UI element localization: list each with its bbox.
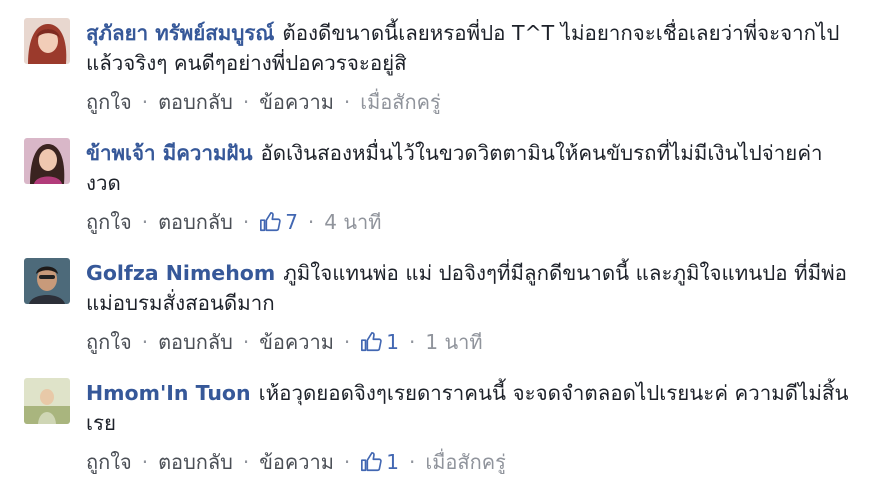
reply-link[interactable]: ตอบกลับ — [158, 208, 233, 236]
like-link[interactable]: ถูกใจ — [86, 448, 132, 476]
comment-text-block: Golfza Nimehom ภูมิใจแทนพ่อ แม่ ปอจิงๆที่… — [86, 258, 856, 318]
timestamp[interactable]: 4 นาที — [324, 208, 381, 236]
timestamp[interactable]: เมื่อสักครู่ — [425, 448, 505, 476]
avatar[interactable] — [24, 138, 70, 184]
comment-author[interactable]: ข้าพเจ้า มีความฝัน — [86, 141, 253, 165]
previous-comment-fragment — [86, 0, 146, 4]
like-count-value: 1 — [386, 330, 399, 354]
comment-actions: ถูกใจ · ตอบกลับ · ข้อความ · 1 · 1 นาที — [86, 328, 856, 356]
thumbs-up-icon — [361, 332, 383, 352]
separator-dot: · — [242, 450, 250, 474]
comment-4: Hmom'In Tuon เห้อวุดยอดจิงๆเรยดาราคนนี้ จ… — [0, 378, 877, 496]
thumbs-up-icon — [361, 452, 383, 472]
comment-actions: ถูกใจ · ตอบกลับ · ข้อความ · 1 · เมื่อสัก… — [86, 448, 856, 476]
avatar[interactable] — [24, 18, 70, 64]
thumbs-up-icon — [260, 212, 281, 232]
message-link[interactable]: ข้อความ — [259, 88, 334, 116]
like-link[interactable]: ถูกใจ — [86, 88, 132, 116]
reply-link[interactable]: ตอบกลับ — [158, 88, 233, 116]
comment-author[interactable]: สุภัลยา ทรัพย์สมบูรณ์ — [86, 21, 274, 45]
comment-actions: ถูกใจ · ตอบกลับ · ข้อความ · เมื่อสักครู่ — [86, 88, 856, 116]
comment-3: Golfza Nimehom ภูมิใจแทนพ่อ แม่ ปอจิงๆที่… — [0, 258, 877, 376]
separator-dot: · — [409, 450, 416, 474]
timestamp[interactable]: เมื่อสักครู่ — [360, 88, 440, 116]
separator-dot: · — [141, 330, 149, 354]
comment-text-block: ข้าพเจ้า มีความฝัน อัดเงินสองหมื่นไว้ในขว… — [86, 138, 856, 198]
separator-dot: · — [141, 450, 149, 474]
timestamp[interactable]: 1 นาที — [425, 328, 482, 356]
reply-link[interactable]: ตอบกลับ — [158, 328, 233, 356]
avatar[interactable] — [24, 258, 70, 304]
like-count-value: 7 — [285, 210, 298, 234]
separator-dot: · — [242, 210, 250, 234]
comment-text-block: Hmom'In Tuon เห้อวุดยอดจิงๆเรยดาราคนนี้ จ… — [86, 378, 856, 438]
separator-dot: · — [141, 210, 149, 234]
comment-actions: ถูกใจ · ตอบกลับ · 7 · 4 นาที — [86, 208, 856, 236]
message-link[interactable]: ข้อความ — [259, 328, 334, 356]
like-link[interactable]: ถูกใจ — [86, 328, 132, 356]
like-count[interactable]: 1 — [360, 448, 399, 476]
avatar[interactable] — [24, 378, 70, 424]
like-count-value: 1 — [386, 450, 399, 474]
reply-link[interactable]: ตอบกลับ — [158, 448, 233, 476]
separator-dot: · — [343, 90, 351, 114]
comment-text-block: สุภัลยา ทรัพย์สมบูรณ์ ต้องดีขนาดนี้เลยหรอ… — [86, 18, 856, 78]
separator-dot: · — [409, 330, 416, 354]
like-count[interactable]: 7 — [259, 208, 298, 236]
separator-dot: · — [242, 330, 250, 354]
comment-1: สุภัลยา ทรัพย์สมบูรณ์ ต้องดีขนาดนี้เลยหรอ… — [0, 18, 877, 136]
like-link[interactable]: ถูกใจ — [86, 208, 132, 236]
comment-author[interactable]: Golfza Nimehom — [86, 261, 275, 285]
separator-dot: · — [242, 90, 250, 114]
separator-dot: · — [343, 450, 351, 474]
separator-dot: · — [343, 330, 351, 354]
comment-author[interactable]: Hmom'In Tuon — [86, 381, 251, 405]
like-count[interactable]: 1 — [360, 328, 399, 356]
comment-2: ข้าพเจ้า มีความฝัน อัดเงินสองหมื่นไว้ในขว… — [0, 138, 877, 256]
separator-dot: · — [141, 90, 149, 114]
separator-dot: · — [307, 210, 315, 234]
message-link[interactable]: ข้อความ — [259, 448, 334, 476]
